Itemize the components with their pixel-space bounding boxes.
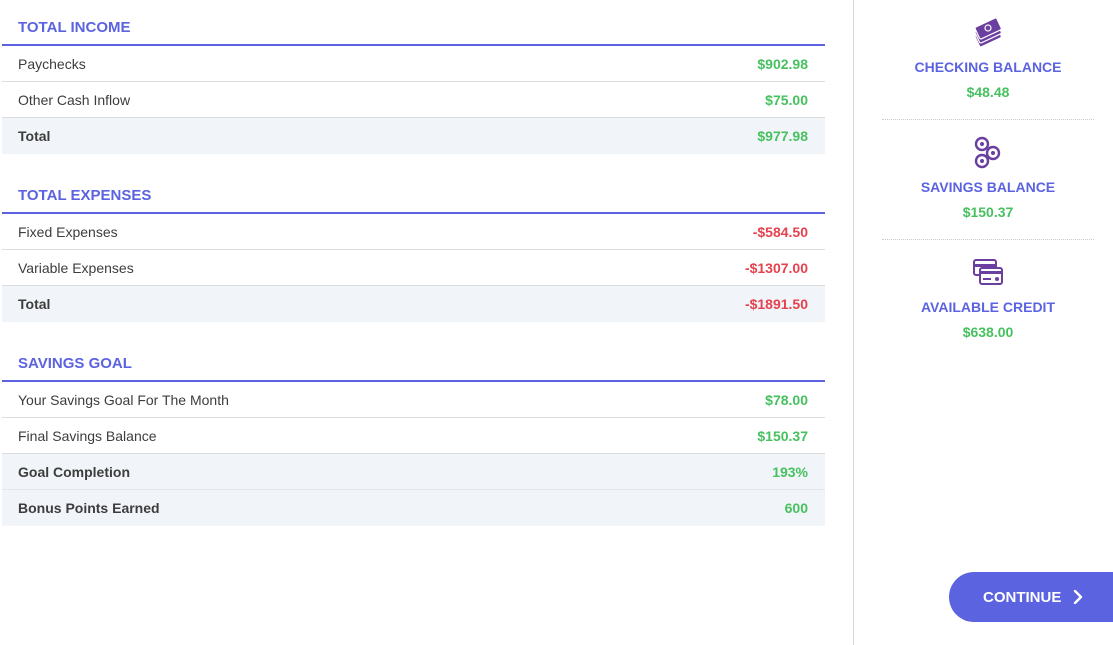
income-title: TOTAL INCOME (2, 0, 825, 46)
expense-row: Fixed Expenses -$584.50 (2, 214, 825, 250)
expenses-section: TOTAL EXPENSES Fixed Expenses -$584.50 V… (2, 168, 825, 322)
vertical-divider (853, 0, 854, 645)
expense-row: Variable Expenses -$1307.00 (2, 250, 825, 286)
expenses-total-row: Total -$1891.50 (2, 286, 825, 322)
bonus-points-value: 600 (784, 500, 808, 516)
income-row-label: Paychecks (18, 55, 86, 72)
continue-label: CONTINUE (983, 588, 1062, 606)
goal-completion-row: Goal Completion 193% (2, 454, 825, 490)
income-row: Other Cash Inflow $75.00 (2, 82, 825, 118)
credit-card-icon (973, 259, 1003, 285)
expenses-total-label: Total (18, 296, 51, 312)
bonus-points-label: Bonus Points Earned (18, 500, 160, 516)
expense-row-label: Variable Expenses (18, 259, 134, 276)
savings-row-value: $150.37 (757, 427, 808, 444)
savings-balance-card: SAVINGS BALANCE $150.37 (882, 120, 1094, 240)
available-credit-amount: $638.00 (962, 324, 1014, 340)
checking-balance-label: CHECKING BALANCE (914, 59, 1062, 75)
expenses-total-value: -$1891.50 (744, 296, 808, 312)
savings-row-label: Final Savings Balance (18, 427, 157, 444)
checking-balance-amount: $48.48 (966, 84, 1010, 100)
savings-balance-amount: $150.37 (962, 204, 1014, 220)
goal-completion-label: Goal Completion (18, 463, 130, 480)
savings-section: SAVINGS GOAL Your Savings Goal For The M… (2, 336, 825, 526)
income-row: Paychecks $902.98 (2, 46, 825, 82)
expense-row-value: -$1307.00 (744, 259, 808, 276)
income-total-label: Total (18, 128, 51, 144)
coins-icon (974, 136, 1001, 169)
available-credit-card: AVAILABLE CREDIT $638.00 (882, 240, 1094, 360)
savings-title: SAVINGS GOAL (2, 336, 825, 382)
savings-row-value: $78.00 (765, 391, 808, 408)
income-total-row: Total $977.98 (2, 118, 825, 154)
savings-row-label: Your Savings Goal For The Month (18, 391, 229, 408)
checking-balance-card: CHECKING BALANCE $48.48 (882, 0, 1094, 120)
bonus-points-row: Bonus Points Earned 600 (2, 490, 825, 526)
goal-completion-value: 193% (772, 463, 808, 480)
savings-balance-label: SAVINGS BALANCE (920, 179, 1056, 195)
summary-panel: TOTAL INCOME Paychecks $902.98 Other Cas… (2, 0, 825, 540)
chevron-right-icon (1074, 590, 1083, 604)
available-credit-label: AVAILABLE CREDIT (920, 299, 1056, 315)
savings-row: Your Savings Goal For The Month $78.00 (2, 382, 825, 418)
expense-row-value: -$584.50 (752, 223, 808, 240)
income-row-value: $75.00 (765, 91, 808, 108)
balances-sidebar: CHECKING BALANCE $48.48 SAVINGS BALANCE … (882, 0, 1094, 360)
income-section: TOTAL INCOME Paychecks $902.98 Other Cas… (2, 0, 825, 154)
money-stack-icon (974, 17, 1002, 48)
income-total-value: $977.98 (757, 128, 808, 144)
expenses-title: TOTAL EXPENSES (2, 168, 825, 214)
continue-button[interactable]: CONTINUE (949, 572, 1113, 622)
expense-row-label: Fixed Expenses (18, 223, 118, 240)
income-row-label: Other Cash Inflow (18, 91, 131, 108)
income-row-value: $902.98 (757, 55, 808, 72)
savings-row: Final Savings Balance $150.37 (2, 418, 825, 454)
